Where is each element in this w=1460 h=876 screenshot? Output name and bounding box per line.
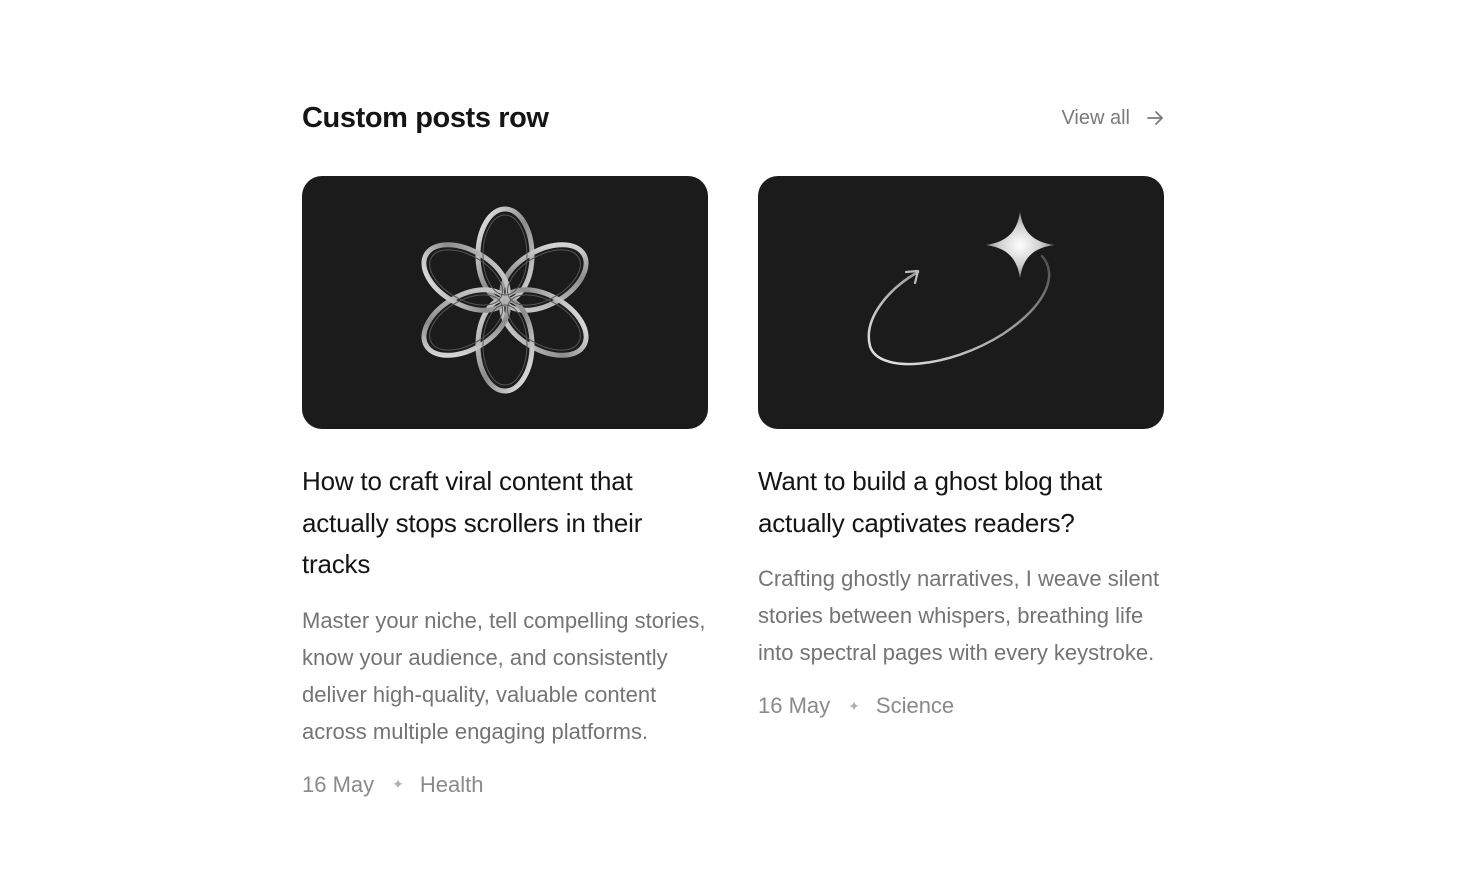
posts-row: How to craft viral content that actually…	[302, 176, 1164, 798]
view-all-label: View all	[1061, 106, 1130, 129]
post-thumbnail[interactable]	[758, 176, 1164, 429]
section-title: Custom posts row	[302, 101, 549, 134]
sparkle-orbit-icon	[758, 176, 1164, 429]
post-excerpt: Master your niche, tell compelling stori…	[302, 607, 706, 744]
post-meta: 16 May ✦ Health	[302, 772, 708, 798]
post-excerpt: Crafting ghostly narratives, I weave sil…	[758, 566, 1160, 665]
post-date: 16 May	[302, 771, 375, 797]
post-title[interactable]: Want to build a ghost blog that actually…	[758, 461, 1164, 544]
post-date: 16 May	[758, 693, 831, 718]
sparkle-separator-icon: ✦	[392, 776, 404, 792]
custom-posts-section: Custom posts row View all How to craft v…	[302, 96, 1164, 797]
arrow-right-icon	[1146, 109, 1164, 127]
post-meta: 16 May ✦ Science	[758, 693, 1164, 719]
post-tag[interactable]: Science	[876, 693, 954, 719]
flower-icon	[410, 205, 600, 400]
post-card[interactable]: Want to build a ghost blog that actually…	[758, 176, 1164, 798]
post-tag[interactable]: Health	[420, 772, 484, 798]
post-title[interactable]: How to craft viral content that actually…	[302, 461, 708, 586]
view-all-link[interactable]: View all	[1061, 107, 1164, 130]
section-header: Custom posts row View all	[302, 96, 1164, 140]
sparkle-separator-icon: ✦	[848, 697, 860, 714]
post-card[interactable]: How to craft viral content that actually…	[302, 176, 708, 798]
post-thumbnail[interactable]	[302, 176, 708, 429]
